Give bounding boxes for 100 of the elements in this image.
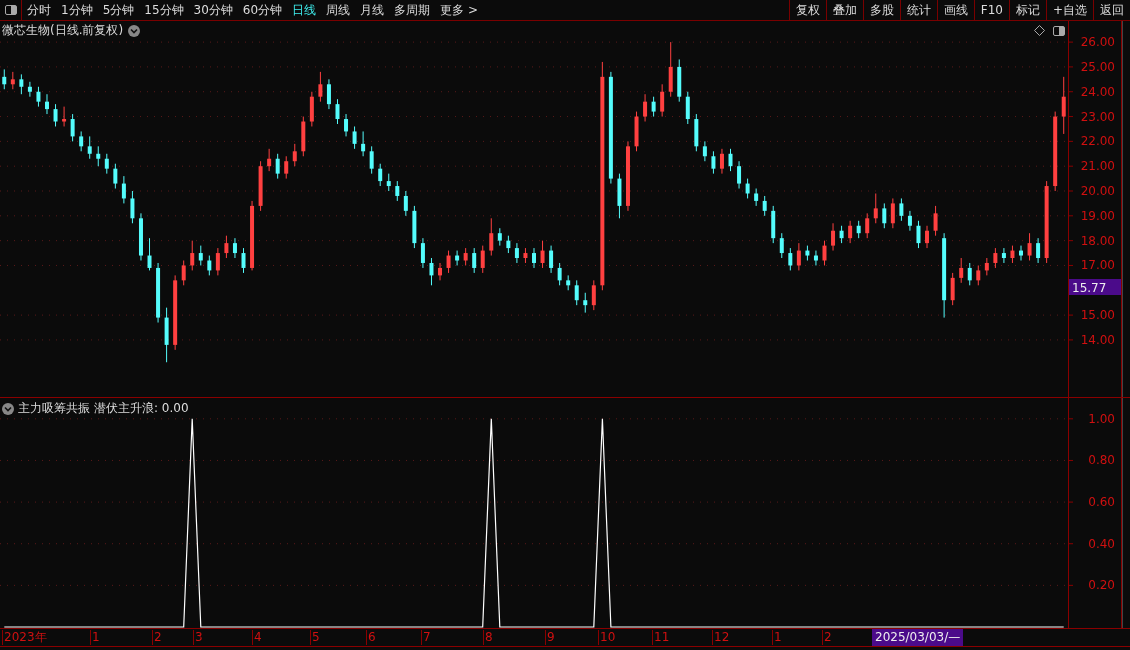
date-tick-label: 6 bbox=[366, 630, 376, 645]
candlestick bbox=[275, 153, 280, 180]
candlestick bbox=[241, 247, 246, 274]
candlestick bbox=[574, 279, 579, 306]
candlestick bbox=[10, 71, 15, 90]
toolbar-button[interactable]: +自选 bbox=[1045, 0, 1093, 20]
price-tick-label: 22.00 bbox=[1080, 134, 1115, 149]
candlestick bbox=[626, 140, 630, 212]
candlestick bbox=[591, 279, 596, 311]
candlestick bbox=[309, 91, 314, 127]
candlestick bbox=[549, 245, 554, 274]
candlestick bbox=[805, 245, 810, 261]
price-tick-label: 25.00 bbox=[1080, 59, 1115, 74]
candlestick bbox=[318, 71, 323, 103]
toolbar-button[interactable]: 叠加 bbox=[825, 0, 863, 20]
panel-toggle-icon[interactable] bbox=[1053, 25, 1065, 36]
candlestick bbox=[104, 153, 109, 175]
candlestick bbox=[643, 93, 648, 122]
candlestick bbox=[796, 242, 801, 271]
period-tab[interactable]: 5分钟 bbox=[97, 0, 140, 20]
date-tick-label: 11 bbox=[652, 630, 670, 645]
candlestick bbox=[907, 210, 912, 232]
candlestick bbox=[258, 160, 263, 212]
period-tab[interactable]: 多周期 bbox=[389, 0, 436, 20]
candlestick bbox=[87, 135, 92, 160]
date-tick-label: 5 bbox=[310, 630, 320, 645]
toolbar-button[interactable]: 复权 bbox=[788, 0, 826, 20]
candlestick bbox=[651, 96, 656, 118]
price-tick-label: 14.00 bbox=[1080, 332, 1115, 347]
candlestick bbox=[198, 245, 203, 266]
candlestick bbox=[771, 205, 776, 244]
candlestick bbox=[719, 148, 724, 175]
date-tick-label: 9 bbox=[545, 630, 555, 645]
price-tick-label: 17.00 bbox=[1080, 258, 1115, 273]
candlestick bbox=[489, 217, 494, 257]
candlestick bbox=[737, 160, 742, 189]
date-tick-label: 3 bbox=[193, 630, 203, 645]
candlestick bbox=[378, 163, 383, 187]
candlestick bbox=[925, 225, 929, 249]
candlestick bbox=[369, 145, 374, 175]
candlestick bbox=[1001, 247, 1006, 264]
toolbar-button[interactable]: 统计 bbox=[899, 0, 937, 20]
candlestick bbox=[130, 190, 135, 224]
candlestick bbox=[711, 150, 716, 175]
candlestick bbox=[677, 58, 682, 103]
candlestick bbox=[668, 41, 673, 98]
candlestick bbox=[993, 247, 998, 269]
price-tick-label: 18.00 bbox=[1080, 233, 1115, 248]
candlestick bbox=[694, 113, 699, 152]
candlestick bbox=[395, 180, 400, 202]
indicator-tick-label: 0.60 bbox=[1088, 495, 1115, 510]
candlestick bbox=[480, 245, 485, 274]
price-tick-label: 24.00 bbox=[1080, 84, 1115, 99]
candlestick bbox=[634, 111, 639, 152]
period-tab[interactable]: 日线 bbox=[287, 0, 322, 20]
candlestick bbox=[446, 250, 451, 274]
candlestick bbox=[53, 103, 58, 127]
candlestick bbox=[959, 257, 964, 284]
candlestick bbox=[848, 220, 853, 244]
candlestick bbox=[344, 113, 349, 137]
candlestick bbox=[557, 262, 562, 286]
date-tick-label: 12 bbox=[712, 630, 730, 645]
indicator-value: 潜伏主升浪: 0.00 bbox=[94, 400, 189, 417]
toolbar-button[interactable]: 多股 bbox=[862, 0, 900, 20]
candlestick bbox=[822, 240, 827, 266]
date-tick-label: 4 bbox=[252, 630, 262, 645]
period-tab[interactable]: 30分钟 bbox=[188, 0, 238, 20]
period-tab[interactable]: 周线 bbox=[321, 0, 356, 20]
toolbar-button[interactable]: 画线 bbox=[936, 0, 974, 20]
candlestick bbox=[523, 247, 528, 264]
candlestick bbox=[1010, 245, 1015, 264]
candlestick bbox=[899, 197, 904, 222]
chart-title: 微芯生物(日线.前复权) bbox=[2, 22, 124, 39]
candlestick bbox=[292, 143, 297, 167]
candlestick bbox=[882, 202, 887, 229]
period-tab[interactable]: 更多 > bbox=[435, 0, 483, 20]
period-tab[interactable]: 60分钟 bbox=[237, 0, 288, 20]
candlestick bbox=[96, 145, 101, 167]
indicator-tick-label: 1.00 bbox=[1088, 411, 1115, 426]
candlestick bbox=[1036, 237, 1041, 264]
toolbar-button[interactable]: 返回 bbox=[1093, 0, 1130, 20]
candlestick bbox=[224, 235, 229, 259]
period-tab[interactable]: 15分钟 bbox=[139, 0, 189, 20]
toolbar-button[interactable]: 标记 bbox=[1008, 0, 1046, 20]
diamond-icon[interactable] bbox=[1034, 25, 1045, 36]
period-tab[interactable]: 月线 bbox=[355, 0, 390, 20]
price-tick-label: 26.00 bbox=[1080, 35, 1115, 50]
candlestick bbox=[215, 247, 220, 276]
candlestick bbox=[36, 86, 41, 108]
toolbar-button[interactable]: F10 bbox=[973, 0, 1009, 20]
candlestick bbox=[1027, 232, 1032, 261]
candlestick bbox=[532, 247, 536, 269]
current-price-tag: 15.77 bbox=[1069, 279, 1121, 295]
period-tab[interactable]: 分时 bbox=[22, 0, 56, 20]
collapse-icon[interactable] bbox=[2, 402, 14, 415]
period-tab[interactable]: 1分钟 bbox=[56, 0, 98, 20]
candlestick bbox=[386, 173, 391, 192]
dropdown-icon[interactable] bbox=[128, 24, 141, 37]
date-tick-label: 1 bbox=[90, 630, 100, 645]
indicator-tick-label: 0.40 bbox=[1088, 536, 1115, 551]
